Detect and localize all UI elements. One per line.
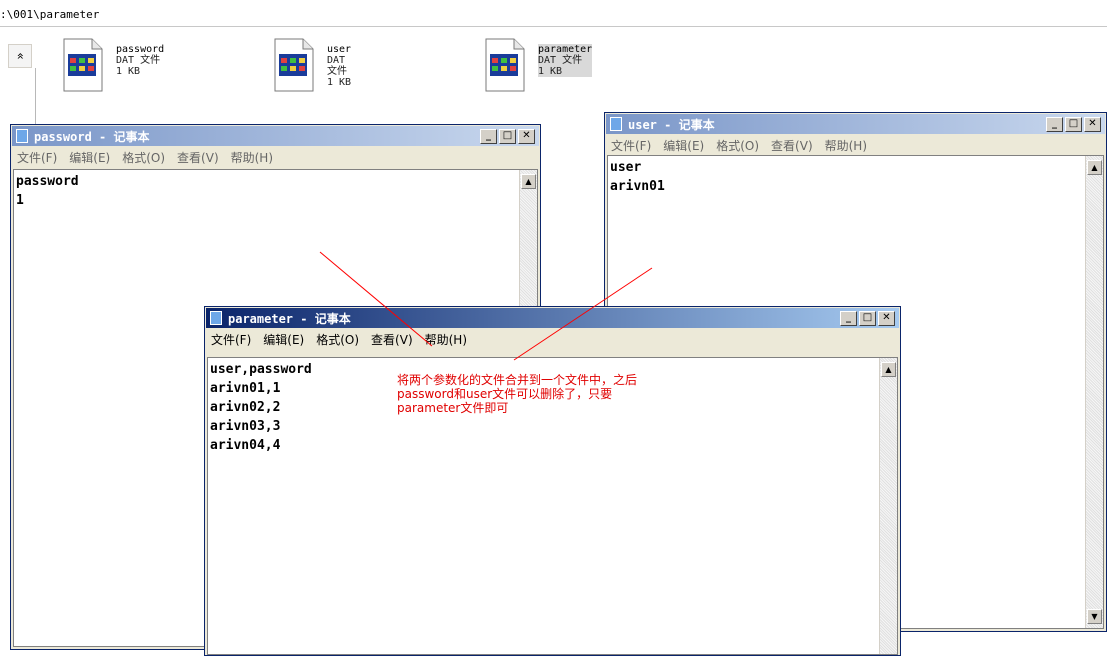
title-bar[interactable]: password - 记事本 _ □ ✕ (12, 126, 539, 146)
dat-file-icon (274, 38, 314, 92)
menu-edit[interactable]: 编辑(E) (263, 331, 304, 348)
scroll-down-icon[interactable]: ▼ (1087, 609, 1102, 624)
maximize-button[interactable]: □ (1065, 117, 1082, 132)
window-title: user - 记事本 (628, 118, 715, 132)
menu-file[interactable]: 文件(F) (211, 331, 251, 348)
minimize-button[interactable]: _ (840, 311, 857, 326)
notepad-icon (16, 129, 28, 143)
scroll-up-icon[interactable]: ▲ (1087, 160, 1102, 175)
menu-file[interactable]: 文件(F) (17, 149, 57, 166)
window-title: password - 记事本 (34, 130, 150, 144)
file-size: 1 KB (538, 66, 563, 77)
title-bar[interactable]: parameter - 记事本 _ □ ✕ (206, 308, 899, 328)
menu-bar: 文件(F) 编辑(E) 格式(O) 查看(V) 帮助(H) (607, 135, 1104, 155)
file-type: DAT 文件 (538, 55, 583, 66)
address-divider (0, 26, 1107, 27)
window-title: parameter - 记事本 (228, 312, 351, 326)
scroll-up-icon[interactable]: ▲ (521, 174, 536, 189)
menu-bar: 文件(F) 编辑(E) 格式(O) 查看(V) 帮助(H) (13, 147, 538, 167)
annotation-text: 将两个参数化的文件合并到一个文件中，之后password和user文件可以删除了… (397, 373, 638, 415)
menu-edit[interactable]: 编辑(E) (663, 137, 704, 154)
menu-bar: 文件(F) 编辑(E) 格式(O) 查看(V) 帮助(H) (207, 329, 898, 349)
notepad-window-parameter[interactable]: parameter - 记事本 _ □ ✕ 文件(F) 编辑(E) 格式(O) … (204, 306, 901, 656)
file-size: 1 KB (116, 66, 141, 77)
close-button[interactable]: ✕ (878, 311, 895, 326)
notepad-icon (610, 117, 622, 131)
close-button[interactable]: ✕ (518, 129, 535, 144)
vertical-scrollbar[interactable]: ▲ ▼ (1085, 156, 1103, 628)
file-name: parameter (538, 44, 593, 55)
close-button[interactable]: ✕ (1084, 117, 1101, 132)
menu-help[interactable]: 帮助(H) (231, 149, 273, 166)
menu-file[interactable]: 文件(F) (611, 137, 651, 154)
menu-edit[interactable]: 编辑(E) (69, 149, 110, 166)
menu-view[interactable]: 查看(V) (371, 331, 413, 348)
menu-help[interactable]: 帮助(H) (825, 137, 867, 154)
file-size: 1 KB (327, 77, 352, 88)
title-bar[interactable]: user - 记事本 _ □ ✕ (606, 114, 1105, 134)
file-name: password (116, 44, 165, 55)
scroll-up-icon[interactable]: ▲ (881, 362, 896, 377)
vertical-scrollbar[interactable]: ▲ (879, 358, 897, 654)
dat-file-icon (63, 38, 103, 92)
maximize-button[interactable]: □ (859, 311, 876, 326)
menu-format[interactable]: 格式(O) (716, 137, 759, 154)
menu-format[interactable]: 格式(O) (122, 149, 165, 166)
dat-file-icon (485, 38, 525, 92)
menu-format[interactable]: 格式(O) (316, 331, 359, 348)
file-type: DAT 文件 (116, 55, 161, 66)
minimize-button[interactable]: _ (1046, 117, 1063, 132)
menu-view[interactable]: 查看(V) (771, 137, 813, 154)
collapse-button[interactable]: » (8, 44, 32, 68)
menu-help[interactable]: 帮助(H) (425, 331, 467, 348)
tree-line (35, 68, 36, 124)
file-name: user (327, 44, 352, 55)
minimize-button[interactable]: _ (480, 129, 497, 144)
maximize-button[interactable]: □ (499, 129, 516, 144)
address-path: :\001\parameter (0, 8, 100, 21)
menu-view[interactable]: 查看(V) (177, 149, 219, 166)
notepad-icon (210, 311, 222, 325)
file-type: DAT 文件 (327, 55, 347, 77)
